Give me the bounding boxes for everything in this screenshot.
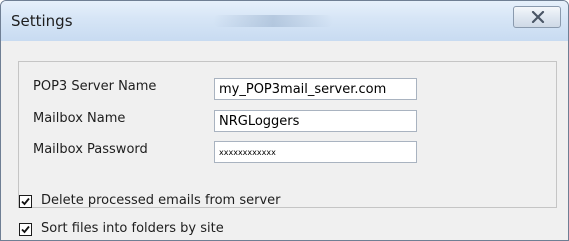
- sort-files-label[interactable]: Sort files into folders by site: [41, 221, 224, 236]
- close-icon: [531, 11, 545, 23]
- sort-files-checkbox[interactable]: [19, 223, 32, 236]
- checkmark-icon: [21, 225, 30, 234]
- title-bar-background-text: [213, 15, 333, 27]
- mailbox-name-label: Mailbox Name: [33, 111, 126, 126]
- delete-processed-emails-checkbox[interactable]: [19, 195, 32, 208]
- delete-processed-emails-label[interactable]: Delete processed emails from server: [41, 193, 280, 208]
- mailbox-name-input[interactable]: NRGLoggers: [214, 110, 417, 132]
- window-title: Settings: [11, 12, 73, 30]
- pop3-server-name-input[interactable]: my_POP3mail_server.com: [214, 78, 417, 100]
- close-button[interactable]: [513, 6, 561, 28]
- server-settings-group: POP3 Server Name my_POP3mail_server.com …: [18, 61, 557, 208]
- mailbox-password-label: Mailbox Password: [33, 142, 148, 157]
- settings-dialog: Settings POP3 Server Name my_POP3mail_se…: [0, 0, 569, 241]
- dialog-content: POP3 Server Name my_POP3mail_server.com …: [1, 41, 568, 240]
- pop3-server-name-label: POP3 Server Name: [33, 79, 157, 94]
- checkmark-icon: [21, 197, 30, 206]
- title-bar[interactable]: Settings: [1, 1, 568, 41]
- mailbox-password-input[interactable]: xxxxxxxxxxxx: [214, 141, 417, 163]
